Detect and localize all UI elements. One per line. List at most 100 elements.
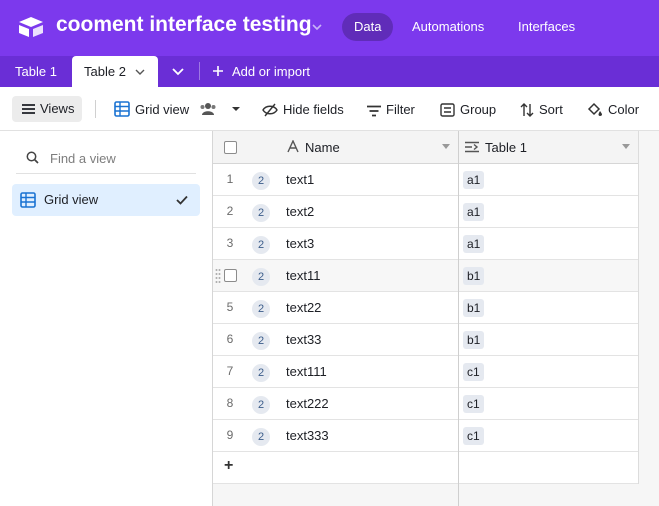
- link-cell[interactable]: a1: [459, 228, 638, 259]
- row-number: 5: [226, 300, 234, 314]
- tab-table-1[interactable]: Table 1: [0, 56, 72, 87]
- name-cell[interactable]: text22: [286, 292, 321, 323]
- comment-count-badge[interactable]: 2: [252, 364, 270, 382]
- name-cell[interactable]: text11: [286, 260, 320, 291]
- paint-bucket-icon: [587, 102, 602, 116]
- table-row[interactable]: 8 2 text222 c1: [213, 388, 638, 420]
- base-title[interactable]: cooment interface testing: [56, 13, 312, 37]
- comment-count-badge[interactable]: 2: [252, 204, 270, 222]
- sidebar-view-grid[interactable]: Grid view: [12, 184, 200, 216]
- column-header-name[interactable]: Name: [305, 140, 340, 155]
- add-row[interactable]: +: [213, 452, 638, 484]
- link-cell[interactable]: b1: [459, 292, 638, 323]
- name-cell[interactable]: text222: [286, 388, 329, 419]
- row-number: 6: [226, 332, 234, 346]
- color-label: Color: [608, 102, 640, 117]
- row-number: 1: [226, 172, 234, 186]
- find-view-input[interactable]: [48, 150, 192, 167]
- chevron-down-icon[interactable]: [310, 20, 324, 34]
- comment-count-badge[interactable]: 2: [252, 300, 270, 318]
- views-label: Views: [40, 101, 75, 116]
- color-button[interactable]: Color: [587, 100, 639, 119]
- linked-record-chip[interactable]: c1: [463, 427, 484, 445]
- grid-view-icon: [114, 101, 130, 117]
- chevron-down-icon[interactable]: [134, 66, 146, 78]
- name-cell[interactable]: text3: [286, 228, 314, 259]
- row-number: 2: [226, 204, 234, 218]
- name-cell[interactable]: text2: [286, 196, 314, 227]
- link-cell[interactable]: c1: [459, 388, 638, 419]
- comment-count-badge[interactable]: 2: [252, 236, 270, 254]
- linked-record-chip[interactable]: a1: [463, 171, 485, 189]
- row-number: 9: [226, 428, 234, 442]
- all-tables-chevron-icon[interactable]: [170, 65, 186, 79]
- tab-table-2[interactable]: Table 2: [72, 56, 158, 87]
- add-or-import-label: Add or import: [232, 64, 311, 79]
- nav-automations[interactable]: Automations: [400, 13, 496, 41]
- linked-record-chip[interactable]: b1: [463, 299, 485, 317]
- linked-record-chip[interactable]: b1: [463, 267, 485, 285]
- find-view-box: [16, 145, 196, 174]
- table-row[interactable]: 1 2 text1 a1: [213, 164, 638, 196]
- tab-label: Table 2: [84, 64, 126, 79]
- select-all-checkbox[interactable]: [224, 141, 237, 154]
- hamburger-icon: [22, 104, 35, 114]
- column-menu-icon[interactable]: [622, 144, 630, 150]
- table-row[interactable]: 6 2 text33 b1: [213, 324, 638, 356]
- sort-label: Sort: [539, 102, 563, 117]
- filter-button[interactable]: Filter: [367, 100, 415, 119]
- row-number: 8: [226, 396, 234, 410]
- table-row[interactable]: 5 2 text22 b1: [213, 292, 638, 324]
- name-cell[interactable]: text33: [286, 324, 321, 355]
- linked-record-chip[interactable]: c1: [463, 395, 484, 413]
- row-checkbox[interactable]: [224, 269, 237, 282]
- link-cell[interactable]: b1: [459, 324, 638, 355]
- eye-slash-icon: [262, 103, 278, 117]
- drag-handle-icon[interactable]: [215, 268, 221, 284]
- grid-header-link: Table 1: [459, 131, 638, 164]
- comment-count-badge[interactable]: 2: [252, 332, 270, 350]
- column-divider: [638, 131, 639, 484]
- link-cell[interactable]: c1: [459, 356, 638, 387]
- sidebar-view-label: Grid view: [44, 192, 99, 207]
- link-cell[interactable]: b1: [459, 260, 638, 291]
- view-switcher[interactable]: Grid view: [114, 100, 246, 119]
- add-or-import-button[interactable]: Add or import: [212, 56, 310, 87]
- column-menu-icon[interactable]: [442, 144, 450, 150]
- comment-count-badge[interactable]: 2: [252, 428, 270, 446]
- linked-record-chip[interactable]: b1: [463, 331, 485, 349]
- base-logo-icon[interactable]: [18, 16, 44, 38]
- table-row[interactable]: 2 2 text2 a1: [213, 196, 638, 228]
- column-header-table1[interactable]: Table 1: [485, 140, 527, 155]
- row-number: 7: [226, 364, 234, 378]
- linked-record-chip[interactable]: c1: [463, 363, 484, 381]
- linked-record-chip[interactable]: a1: [463, 203, 485, 221]
- hide-fields-button[interactable]: Hide fields: [262, 100, 344, 119]
- grid-view-icon: [20, 192, 36, 208]
- group-button[interactable]: Group: [440, 100, 496, 119]
- toolbar-divider: [95, 100, 96, 118]
- comment-count-badge[interactable]: 2: [252, 172, 270, 190]
- table-row[interactable]: 9 2 text333 c1: [213, 420, 638, 452]
- name-cell[interactable]: text1: [286, 164, 314, 195]
- name-cell[interactable]: text333: [286, 420, 329, 451]
- link-cell[interactable]: a1: [459, 164, 638, 195]
- comment-count-badge[interactable]: 2: [252, 268, 270, 286]
- comment-count-badge[interactable]: 2: [252, 396, 270, 414]
- table-row[interactable]: 3 2 text3 a1: [213, 228, 638, 260]
- table-row-hovered[interactable]: 2 text11 b1: [213, 260, 638, 292]
- nav-interfaces[interactable]: Interfaces: [506, 13, 587, 41]
- name-cell[interactable]: text111: [286, 356, 327, 387]
- views-toggle-button[interactable]: Views: [12, 96, 82, 122]
- sort-button[interactable]: Sort: [520, 100, 563, 119]
- nav-data[interactable]: Data: [342, 13, 394, 41]
- link-cell[interactable]: a1: [459, 196, 638, 227]
- text-field-icon: [287, 140, 299, 153]
- add-row-button[interactable]: +: [224, 457, 233, 475]
- hide-fields-label: Hide fields: [283, 102, 344, 117]
- linked-record-icon: [465, 141, 479, 153]
- link-cell[interactable]: c1: [459, 420, 638, 451]
- linked-record-chip[interactable]: a1: [463, 235, 485, 253]
- table-row[interactable]: 7 2 text111 c1: [213, 356, 638, 388]
- grid-header-primary: Name: [213, 131, 458, 164]
